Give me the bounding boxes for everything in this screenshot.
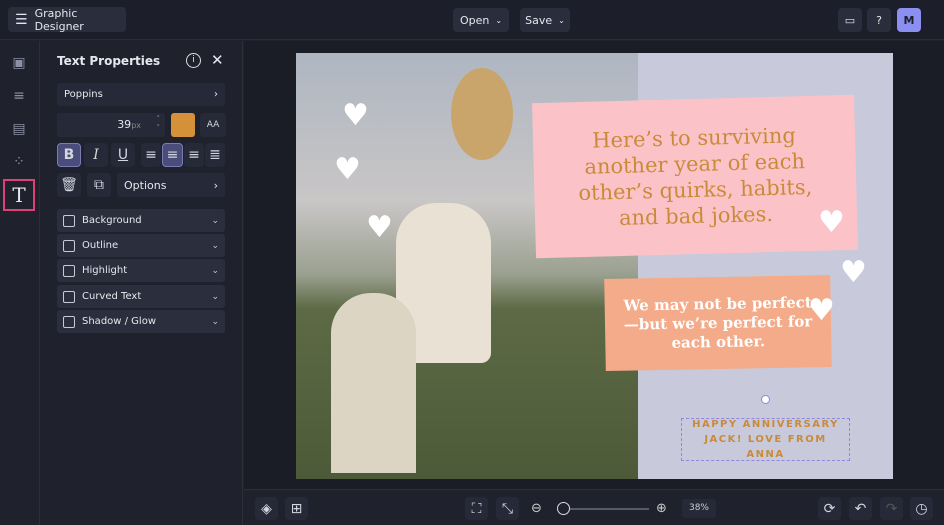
heart-icon: ♥ <box>808 293 835 328</box>
accordion-background[interactable]: Background ⌄ <box>57 209 225 232</box>
help-button[interactable]: ? <box>867 8 891 32</box>
selection-box[interactable]: HAPPY ANNIVERSARY JACK! LOVE FROM ANNA <box>681 418 850 461</box>
layout-icon[interactable]: ▤ <box>9 119 29 139</box>
accordion-label: Background <box>82 215 142 226</box>
selected-text: HAPPY ANNIVERSARY JACK! LOVE FROM ANNA <box>692 419 839 460</box>
fit-screen-icon[interactable]: ⛶ <box>465 497 488 520</box>
accordion-label: Outline <box>82 240 119 251</box>
zoom-in-icon[interactable]: ⊕ <box>656 501 667 516</box>
text-properties-panel: Text Properties i ✕ Poppins › 39px ˄ ˅ AA B… <box>41 41 243 525</box>
font-size-value: 39 <box>117 118 132 131</box>
feedback-button[interactable]: ▭ <box>838 8 862 32</box>
checkbox[interactable] <box>63 290 75 303</box>
close-icon[interactable]: ✕ <box>211 51 224 69</box>
align-left-icon[interactable]: ≡ <box>141 143 161 167</box>
chevron-right-icon: › <box>213 178 218 192</box>
open-label: Open <box>459 13 490 27</box>
elements-icon[interactable]: ⁘ <box>9 152 29 172</box>
zoom-level[interactable]: 38% <box>682 499 716 518</box>
heart-icon: ♥ <box>840 255 867 290</box>
shrink-icon[interactable]: ⤡ <box>496 497 519 520</box>
accordion-curved-text[interactable]: Curved Text ⌄ <box>57 285 225 308</box>
justify-icon[interactable]: ≣ <box>205 143 225 167</box>
chevron-down-icon: ⌄ <box>558 15 565 25</box>
refresh-icon[interactable]: ⟳ <box>818 497 841 520</box>
accordion-label: Shadow / Glow <box>82 316 157 327</box>
options-label: Options <box>124 178 167 192</box>
accordion-label: Curved Text <box>82 291 142 302</box>
hamburger-icon: ☰ <box>15 11 28 28</box>
heart-icon: ♥ <box>334 152 361 187</box>
help-icon: ? <box>876 13 882 27</box>
chevron-down-icon: ⌄ <box>495 15 503 25</box>
chevron-down-icon: ⌄ <box>211 240 219 251</box>
headline-box[interactable]: Here’s to surviving another year of each… <box>532 94 858 259</box>
font-name: Poppins <box>64 89 103 100</box>
adjustments-icon[interactable]: ≡ <box>9 86 29 106</box>
align-center-icon[interactable]: ≡ <box>162 143 183 167</box>
delete-icon[interactable]: 🗑 <box>57 173 81 197</box>
italic-button[interactable]: I <box>84 143 108 167</box>
top-bar: ☰ Graphic Designer Open ⌄ Save ⌄ ▭ ? M <box>0 0 944 40</box>
avatar[interactable]: M <box>897 8 921 32</box>
accordion-shadow-glow[interactable]: Shadow / Glow ⌄ <box>57 310 225 333</box>
stepper-icon[interactable]: ˄ ˅ <box>157 115 161 133</box>
chevron-down-icon: ⌄ <box>211 291 219 302</box>
options-button[interactable]: Options › <box>117 173 225 197</box>
bottom-toolbar: ◈ ⊞ ⛶ ⤡ ⊖ ⊕ 38% ⟳ ↶ ↷ ◷ <box>244 489 944 525</box>
redo-icon[interactable]: ↷ <box>880 497 903 520</box>
chevron-down-icon: ⌄ <box>211 265 219 276</box>
hat <box>451 68 513 160</box>
accordion-label: Highlight <box>82 265 128 276</box>
zoom-slider[interactable] <box>557 502 649 515</box>
duplicate-icon[interactable]: ⧉ <box>87 173 111 197</box>
open-button[interactable]: Open ⌄ <box>453 8 509 32</box>
accordion-highlight[interactable]: Highlight ⌄ <box>57 259 225 282</box>
info-icon[interactable]: i <box>186 53 201 68</box>
grid-icon[interactable]: ⊞ <box>285 497 308 520</box>
tool-rail: ▣ ≡ ▤ ⁘ T <box>0 41 40 525</box>
avatar-initial: M <box>903 13 915 27</box>
subtext-text: We may not be perfect—but we’re perfect … <box>623 292 813 352</box>
checkbox[interactable] <box>63 214 75 227</box>
zoom-out-icon[interactable]: ⊖ <box>531 501 542 516</box>
chevron-right-icon: › <box>214 89 218 100</box>
design-canvas[interactable]: ♥ ♥ ♥ Here’s to surviving another year o… <box>296 53 893 479</box>
man-figure <box>331 293 416 473</box>
accordion-outline[interactable]: Outline ⌄ <box>57 234 225 257</box>
undo-icon[interactable]: ↶ <box>849 497 872 520</box>
checkbox[interactable] <box>63 264 75 277</box>
rotate-handle[interactable] <box>761 395 770 404</box>
underline-button[interactable]: U <box>111 143 135 167</box>
text-color-swatch[interactable] <box>171 113 195 137</box>
bold-button[interactable]: B <box>57 143 81 167</box>
text-tool-icon[interactable]: T <box>3 179 35 211</box>
chevron-down-icon: ⌄ <box>211 215 219 226</box>
save-button[interactable]: Save ⌄ <box>520 8 570 32</box>
font-size-unit: px <box>131 121 141 130</box>
layers-icon[interactable]: ◈ <box>255 497 278 520</box>
chevron-down-icon: ⌄ <box>211 316 219 327</box>
panel-title: Text Properties <box>57 54 161 68</box>
heart-icon: ♥ <box>366 210 393 245</box>
font-selector[interactable]: Poppins › <box>57 83 225 106</box>
history-icon[interactable]: ◷ <box>910 497 933 520</box>
checkbox[interactable] <box>63 239 75 252</box>
subtext-box[interactable]: We may not be perfect—but we’re perfect … <box>604 275 832 371</box>
align-right-icon[interactable]: ≡ <box>184 143 204 167</box>
checkbox[interactable] <box>63 315 75 328</box>
heart-icon: ♥ <box>342 98 369 133</box>
save-label: Save <box>525 13 553 27</box>
image-icon[interactable]: ▣ <box>9 53 29 73</box>
font-size-input[interactable]: 39px ˄ ˅ <box>57 113 165 137</box>
heart-icon: ♥ <box>818 205 845 240</box>
zoom-slider-handle[interactable] <box>557 502 570 515</box>
text-case-icon[interactable]: AA <box>200 113 226 137</box>
menu-button[interactable]: ☰ Graphic Designer <box>8 6 126 33</box>
chat-icon: ▭ <box>844 13 856 27</box>
headline-text: Here’s to surviving another year of each… <box>578 122 813 230</box>
app-title: Graphic Designer <box>34 6 84 33</box>
